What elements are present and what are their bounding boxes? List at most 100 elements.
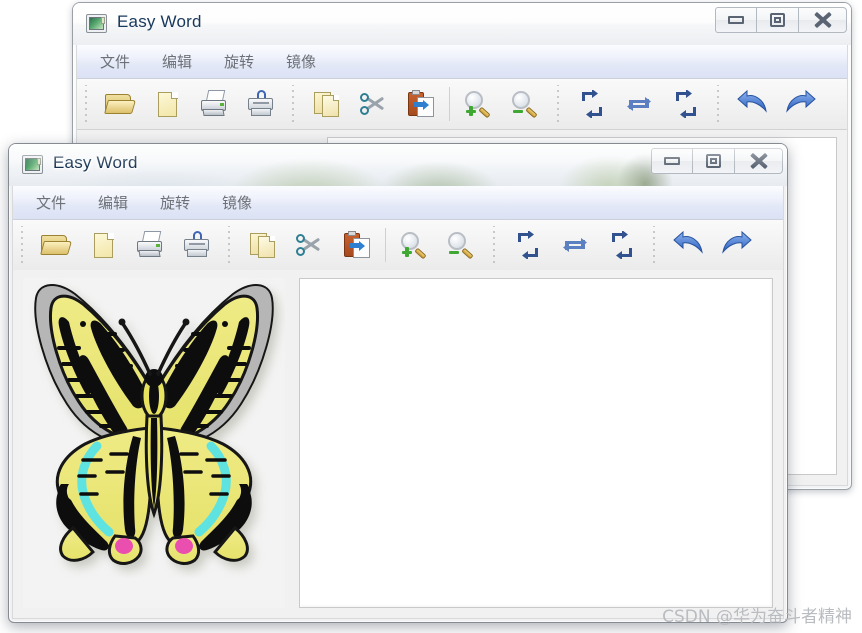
undo-button[interactable] <box>664 224 711 266</box>
paste-clipboard-icon <box>342 231 372 259</box>
toolbar-grip[interactable] <box>490 226 500 264</box>
menu-mirror[interactable]: 镜像 <box>275 48 327 75</box>
redo-arrow-icon <box>784 90 816 118</box>
secure-printer-icon <box>246 90 276 118</box>
restore-icon <box>706 154 721 168</box>
minimize-icon <box>664 157 680 165</box>
back-restore-button[interactable] <box>757 7 799 33</box>
image-window-icon <box>86 14 107 33</box>
toolbar-grip[interactable] <box>554 85 564 123</box>
foreground-window[interactable]: Easy Word 文件 编辑 旋转 镜像 <box>8 143 788 623</box>
butterfly-illustration <box>23 278 285 578</box>
butterfly-image[interactable] <box>23 278 285 608</box>
scissors-icon <box>295 231 325 259</box>
printer-icon <box>135 231 165 259</box>
rotate-left-button[interactable] <box>504 224 551 266</box>
redo-button[interactable] <box>775 83 822 125</box>
toolbar-grip[interactable] <box>650 226 660 264</box>
copy-button[interactable] <box>239 224 286 266</box>
toolbar-grip[interactable] <box>82 85 92 123</box>
zoom-out-button[interactable] <box>502 83 549 125</box>
toolbar-grip[interactable] <box>225 226 235 264</box>
front-workarea <box>13 270 783 618</box>
zoom-in-button[interactable] <box>455 83 502 125</box>
image-window-icon <box>22 155 43 174</box>
paste-button[interactable] <box>333 224 380 266</box>
magnifier-plus-icon <box>400 231 430 260</box>
toolbar-grip[interactable] <box>289 85 299 123</box>
front-minimize-button[interactable] <box>651 148 693 174</box>
rotate-vertical-icon <box>513 231 543 259</box>
redo-arrow-icon <box>720 231 752 259</box>
open-file-button[interactable] <box>96 83 143 125</box>
minimize-icon <box>728 16 744 24</box>
open-file-button[interactable] <box>32 224 79 266</box>
redo-button[interactable] <box>711 224 758 266</box>
rotate-left-button[interactable] <box>568 83 615 125</box>
secure-print-button[interactable] <box>173 224 220 266</box>
restore-icon <box>770 13 785 27</box>
cut-button[interactable] <box>350 83 397 125</box>
paste-clipboard-icon <box>406 90 436 118</box>
rotate-horizontal-icon <box>560 231 590 259</box>
document-canvas[interactable] <box>299 278 773 608</box>
copy-pages-icon <box>248 231 278 259</box>
scissors-icon <box>359 90 389 118</box>
back-close-button[interactable] <box>799 7 847 33</box>
rotate-refresh-button[interactable] <box>551 224 598 266</box>
menu-rotate[interactable]: 旋转 <box>149 189 201 216</box>
menu-file[interactable]: 文件 <box>25 189 77 216</box>
blank-page-icon <box>152 90 182 118</box>
back-minimize-button[interactable] <box>715 7 757 33</box>
paste-button[interactable] <box>397 83 444 125</box>
rotate-right-button[interactable] <box>598 224 645 266</box>
front-restore-button[interactable] <box>693 148 735 174</box>
rotate-vertical-alt-icon <box>607 231 637 259</box>
rotate-horizontal-icon <box>624 90 654 118</box>
magnifier-plus-icon <box>464 90 494 119</box>
front-window-controls <box>651 148 783 174</box>
close-icon <box>749 152 768 170</box>
rotate-vertical-icon <box>577 90 607 118</box>
rotate-right-button[interactable] <box>662 83 709 125</box>
menu-edit[interactable]: 编辑 <box>151 48 203 75</box>
secure-print-button[interactable] <box>237 83 284 125</box>
menu-rotate[interactable]: 旋转 <box>213 48 265 75</box>
cut-button[interactable] <box>286 224 333 266</box>
back-window-title: Easy Word <box>117 12 202 31</box>
rotate-refresh-button[interactable] <box>615 83 662 125</box>
toolbar-grip[interactable] <box>18 226 28 264</box>
folder-open-icon <box>103 90 136 118</box>
undo-button[interactable] <box>728 83 775 125</box>
back-menubar: 文件 编辑 旋转 镜像 <box>77 45 847 79</box>
print-button[interactable] <box>126 224 173 266</box>
back-toolbar <box>77 79 847 130</box>
front-close-button[interactable] <box>735 148 783 174</box>
front-window-titlebar[interactable]: Easy Word <box>9 144 787 186</box>
front-toolbar <box>13 220 783 271</box>
toolbar-grip[interactable] <box>714 85 724 123</box>
back-window-controls <box>715 7 847 33</box>
copy-button[interactable] <box>303 83 350 125</box>
new-file-button[interactable] <box>143 83 190 125</box>
front-window-title: Easy Word <box>53 153 138 172</box>
zoom-in-button[interactable] <box>391 224 438 266</box>
undo-arrow-icon <box>736 90 767 118</box>
copy-pages-icon <box>312 90 342 118</box>
toolbar-separator <box>385 228 386 262</box>
menu-edit[interactable]: 编辑 <box>87 189 139 216</box>
magnifier-minus-icon <box>447 231 477 260</box>
back-window-titlebar[interactable]: Easy Word <box>73 3 851 45</box>
new-file-button[interactable] <box>79 224 126 266</box>
menu-file[interactable]: 文件 <box>89 48 141 75</box>
blank-page-icon <box>88 231 118 259</box>
undo-arrow-icon <box>672 231 703 259</box>
printer-icon <box>199 90 229 118</box>
close-icon <box>813 11 832 29</box>
folder-open-icon <box>39 231 72 259</box>
csdn-watermark: CSDN @华为奋斗者精神 <box>662 607 852 627</box>
menu-mirror[interactable]: 镜像 <box>211 189 263 216</box>
zoom-out-button[interactable] <box>438 224 485 266</box>
print-button[interactable] <box>190 83 237 125</box>
front-menubar: 文件 编辑 旋转 镜像 <box>13 186 783 220</box>
